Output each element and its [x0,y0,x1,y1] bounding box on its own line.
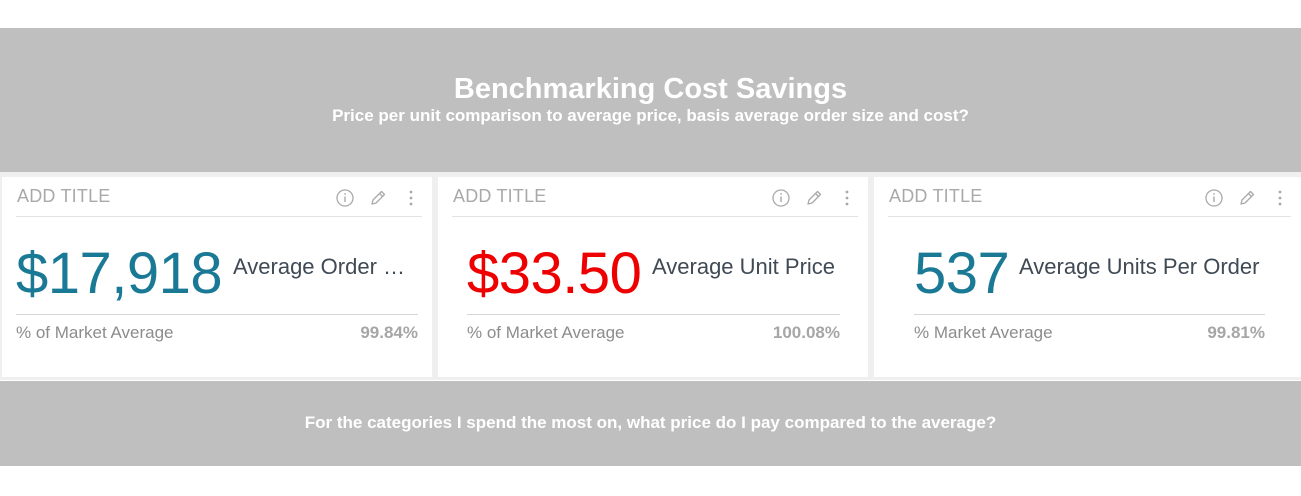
card-header: ADD TITLE [888,177,1291,217]
market-average-value: 99.81% [1207,323,1265,342]
card-toolbar [1192,187,1291,209]
header-banner: Benchmarking Cost Savings Price per unit… [0,28,1301,172]
more-vertical-icon[interactable] [836,187,858,209]
kpi-value: $33.50 [467,241,642,306]
pencil-icon[interactable] [803,187,825,209]
kpi-card-average-unit-price: ADD TITLE $33.50 Average Unit Price % of… [438,177,868,377]
kpi-label: Average Units Per Order [1019,254,1260,279]
pencil-icon[interactable] [367,187,389,209]
section-banner: For the categories I spend the most on, … [0,381,1301,466]
divider [16,314,418,315]
divider [914,314,1265,315]
info-icon[interactable] [770,187,792,209]
page-title: Benchmarking Cost Savings [453,73,848,105]
kpi-value: $17,918 [16,241,223,306]
card-title[interactable]: ADD TITLE [17,186,111,207]
pencil-icon[interactable] [1236,187,1258,209]
kpi-value: 537 [914,241,1010,306]
kpi-card-average-units: ADD TITLE 537 Average Units Per Order % … [874,177,1301,377]
kpi-card-average-order: ADD TITLE $17,918 Average Order … % of M… [2,177,432,377]
card-header: ADD TITLE [452,177,858,217]
market-average-label: % of Market Average [467,323,625,342]
dashboard-page: Benchmarking Cost Savings Price per unit… [0,0,1301,496]
market-average-value: 99.84% [360,323,418,342]
kpi-cards-row: ADD TITLE $17,918 Average Order … % of M… [0,172,1301,380]
info-icon[interactable] [1203,187,1225,209]
market-average-label: % of Market Average [16,323,174,342]
section-banner-text: For the categories I spend the most on, … [304,413,997,432]
card-title[interactable]: ADD TITLE [453,186,547,207]
market-average-value: 100.08% [772,323,840,342]
info-icon[interactable] [334,187,356,209]
more-vertical-icon[interactable] [400,187,422,209]
market-average-label: % Market Average [914,323,1053,342]
card-toolbar [759,187,858,209]
more-vertical-icon[interactable] [1269,187,1291,209]
kpi-label: Average Order … [233,254,406,279]
card-toolbar [323,187,422,209]
page-subtitle: Price per unit comparison to average pri… [332,106,969,125]
card-header: ADD TITLE [16,177,422,217]
divider [467,314,840,315]
kpi-label: Average Unit Price [652,254,836,279]
card-title[interactable]: ADD TITLE [889,186,983,207]
